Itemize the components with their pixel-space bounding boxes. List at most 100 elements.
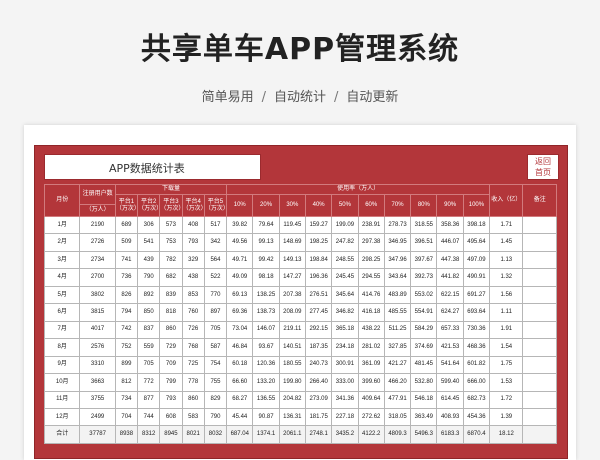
table-cell[interactable]: 1.45 [489,233,524,252]
table-cell[interactable]: 837 [137,320,161,340]
table-cell[interactable]: 8312 [137,425,161,444]
table-cell[interactable]: 9月 [43,355,81,375]
table-cell[interactable]: 240.73 [304,355,333,375]
table-cell[interactable]: 93.67 [252,338,280,357]
table-cell[interactable]: 294.55 [357,268,385,287]
table-cell[interactable] [522,268,557,287]
table-cell[interactable]: 477.91 [383,390,412,409]
table-cell[interactable]: 276.51 [304,285,333,305]
table-cell[interactable]: 39.82 [226,215,254,235]
table-cell[interactable]: 497.09 [462,250,491,270]
table-cell[interactable]: 3815 [79,303,116,322]
table-cell[interactable]: 897 [203,303,228,322]
table-cell[interactable]: 705 [137,355,161,375]
table-cell[interactable]: 399.60 [357,373,385,392]
table-cell[interactable]: 564 [203,250,228,270]
table-cell[interactable]: 2576 [79,338,116,357]
table-cell[interactable]: 8月 [43,338,81,357]
table-cell[interactable]: 704 [114,407,139,427]
table-cell[interactable]: 601.82 [462,355,491,375]
table-cell[interactable] [522,338,557,357]
table-cell[interactable]: 782 [159,250,183,270]
table-cell[interactable]: 272.62 [357,407,385,427]
table-cell[interactable]: 1月 [43,215,81,235]
table-cell[interactable]: 12月 [43,407,81,427]
table-cell[interactable]: 1.13 [489,250,524,270]
table-cell[interactable]: 346.95 [383,233,412,252]
table-cell[interactable]: 6月 [43,303,81,322]
table-cell[interactable]: 10月 [43,373,81,392]
table-cell[interactable]: 829 [203,390,228,409]
table-cell[interactable]: 159.27 [304,215,333,235]
table-cell[interactable]: 826 [114,285,139,305]
table-cell[interactable]: 3310 [79,355,116,375]
table-cell[interactable]: 298.25 [357,250,385,270]
table-cell[interactable]: 1.91 [489,320,524,340]
table-cell[interactable]: 292.15 [304,320,333,340]
table-cell[interactable]: 839 [159,285,183,305]
table-cell[interactable]: 682 [159,268,183,287]
table-cell[interactable]: 541.64 [436,355,464,375]
table-cell[interactable]: 752 [114,338,139,357]
table-cell[interactable]: 6870.4 [462,425,491,444]
table-cell[interactable]: 1.72 [489,390,524,409]
table-cell[interactable]: 8945 [159,425,183,444]
table-cell[interactable]: 49.09 [226,268,254,287]
table-cell[interactable]: 69.13 [226,285,254,305]
table-cell[interactable]: 760 [181,303,205,322]
table-cell[interactable]: 454.36 [462,407,491,427]
table-cell[interactable]: 3435.2 [331,425,359,444]
table-cell[interactable]: 755 [203,373,228,392]
table-cell[interactable]: 624.27 [436,303,464,322]
table-cell[interactable]: 1.75 [489,355,524,375]
table-cell[interactable]: 119.45 [278,215,306,235]
table-cell[interactable]: 770 [203,285,228,305]
table-cell[interactable]: 181.75 [304,407,333,427]
table-cell[interactable]: 812 [114,373,139,392]
table-cell[interactable]: 408.93 [436,407,464,427]
table-cell[interactable]: 689 [114,215,139,235]
table-cell[interactable]: 300.91 [331,355,359,375]
table-cell[interactable]: 8032 [203,425,228,444]
table-cell[interactable]: 318.05 [383,407,412,427]
table-cell[interactable] [522,250,557,270]
table-cell[interactable]: 396.51 [410,233,438,252]
table-cell[interactable]: 69.36 [226,303,254,322]
table-cell[interactable]: 149.13 [278,250,306,270]
table-cell[interactable]: 481.45 [410,355,438,375]
table-cell[interactable]: 860 [181,390,205,409]
table-cell[interactable]: 3802 [79,285,116,305]
table-cell[interactable]: 877 [137,390,161,409]
table-cell[interactable]: 4月 [43,268,81,287]
table-cell[interactable]: 553.02 [410,285,438,305]
table-cell[interactable]: 790 [203,407,228,427]
table-cell[interactable]: 483.89 [383,285,412,305]
table-cell[interactable]: 99.13 [252,233,280,252]
table-cell[interactable]: 363.49 [410,407,438,427]
table-cell[interactable]: 306 [137,215,161,235]
table-cell[interactable]: 793 [181,233,205,252]
table-cell[interactable]: 725 [181,355,205,375]
table-cell[interactable]: 45.44 [226,407,254,427]
table-cell[interactable]: 532.80 [410,373,438,392]
table-cell[interactable]: 742 [114,320,139,340]
table-cell[interactable]: 729 [159,338,183,357]
table-cell[interactable]: 2月 [43,233,81,252]
table-cell[interactable]: 4809.3 [383,425,412,444]
table-cell[interactable]: 794 [114,303,139,322]
table-cell[interactable]: 1.32 [489,268,524,287]
table-cell[interactable]: 1.11 [489,303,524,322]
table-cell[interactable]: 73.04 [226,320,254,340]
table-cell[interactable]: 227.18 [331,407,359,427]
table-cell[interactable]: 441.82 [436,268,464,287]
table-cell[interactable]: 277.45 [304,303,333,322]
table-cell[interactable]: 736 [114,268,139,287]
table-cell[interactable]: 490.91 [462,268,491,287]
table-cell[interactable]: 219.11 [278,320,306,340]
table-cell[interactable]: 587 [203,338,228,357]
table-cell[interactable]: 187.35 [304,338,333,357]
table-cell[interactable]: 374.69 [410,338,438,357]
table-cell[interactable]: 559 [137,338,161,357]
table-cell[interactable]: 345.64 [331,285,359,305]
table-cell[interactable]: 318.55 [410,215,438,235]
